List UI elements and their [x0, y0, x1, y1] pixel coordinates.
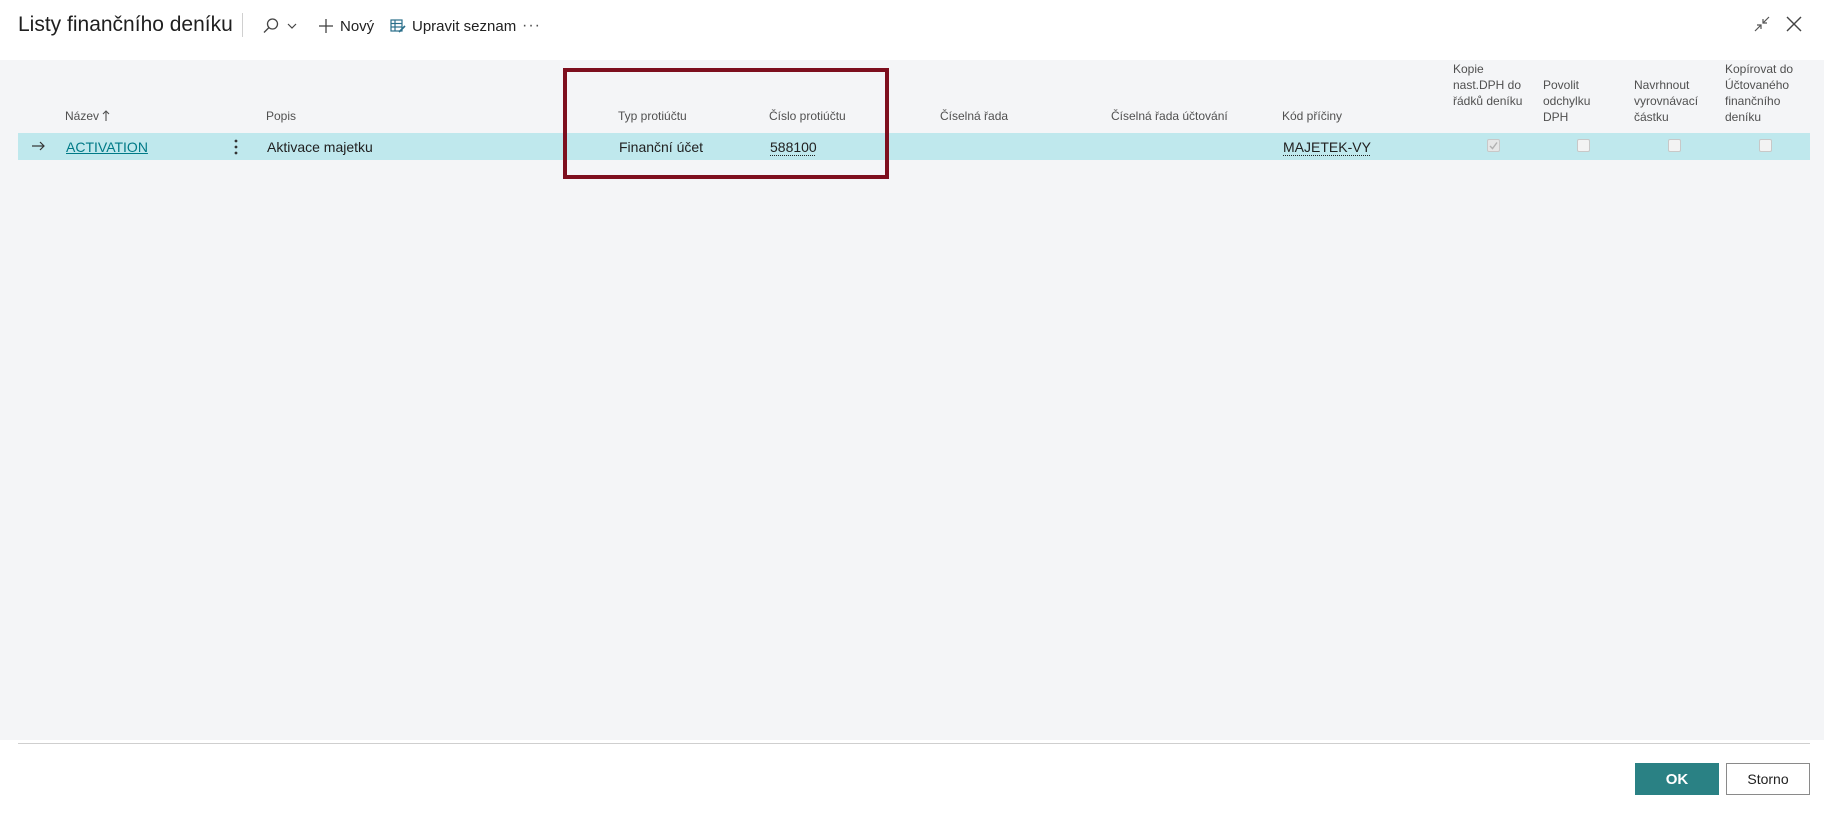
column-header-reason-code[interactable]: Kód příčiny	[1282, 108, 1342, 124]
checkmark-icon	[1489, 142, 1498, 150]
sort-ascending-icon	[102, 110, 110, 121]
vertical-ellipsis-icon[interactable]	[230, 137, 242, 157]
new-button-label: Nový	[340, 17, 375, 35]
search-icon	[263, 18, 279, 33]
arrow-right-icon	[32, 141, 45, 151]
list-area	[0, 60, 1824, 740]
collapse-icon[interactable]	[1753, 15, 1771, 33]
column-header-posting-no-series[interactable]: Číselná řada účtování	[1111, 108, 1228, 124]
edit-list-button[interactable]: Upravit seznam	[390, 13, 516, 39]
column-header-copy-to-posted[interactable]: Kopírovat do Účtovaného finančního deník…	[1725, 61, 1809, 125]
column-header-allow-vat-difference[interactable]: Povolit odchylku DPH	[1543, 77, 1613, 125]
chevron-down-icon	[287, 23, 297, 29]
copy-vat-setup-checkbox[interactable]	[1487, 139, 1500, 152]
footer	[0, 744, 1824, 813]
suggest-balancing-checkbox[interactable]	[1668, 139, 1681, 152]
close-icon[interactable]	[1784, 14, 1804, 34]
page-title: Listy finančního deníku	[18, 13, 233, 36]
title-separator	[242, 13, 243, 37]
page-header: Listy finančního deníku Nový Upravit sez…	[0, 0, 1824, 52]
copy-to-posted-checkbox[interactable]	[1759, 139, 1772, 152]
row-name-link[interactable]: ACTIVATION	[66, 138, 148, 156]
search-button[interactable]	[262, 13, 298, 39]
more-options-button[interactable]: ···	[522, 13, 541, 39]
column-header-description[interactable]: Popis	[266, 108, 296, 124]
column-header-name[interactable]: Název	[65, 108, 110, 124]
allow-vat-difference-checkbox[interactable]	[1577, 139, 1590, 152]
new-button[interactable]: Nový	[318, 13, 374, 39]
highlight-box	[563, 68, 889, 179]
column-header-suggest-balancing[interactable]: Navrhnout vyrovnávací částku	[1634, 77, 1708, 125]
edit-list-label: Upravit seznam	[412, 17, 517, 35]
cancel-button[interactable]: Storno	[1726, 763, 1810, 795]
ok-button[interactable]: OK	[1635, 763, 1719, 795]
column-header-copy-vat-setup[interactable]: Kopie nast.DPH do řádků deníku	[1453, 61, 1527, 109]
column-header-no-series[interactable]: Číselná řada	[940, 108, 1008, 124]
row-description[interactable]: Aktivace majetku	[267, 138, 373, 156]
column-header-name-label: Název	[65, 109, 100, 123]
edit-list-icon	[390, 19, 406, 33]
row-reason-code[interactable]: MAJETEK-VY	[1283, 138, 1371, 156]
plus-icon	[319, 19, 333, 33]
